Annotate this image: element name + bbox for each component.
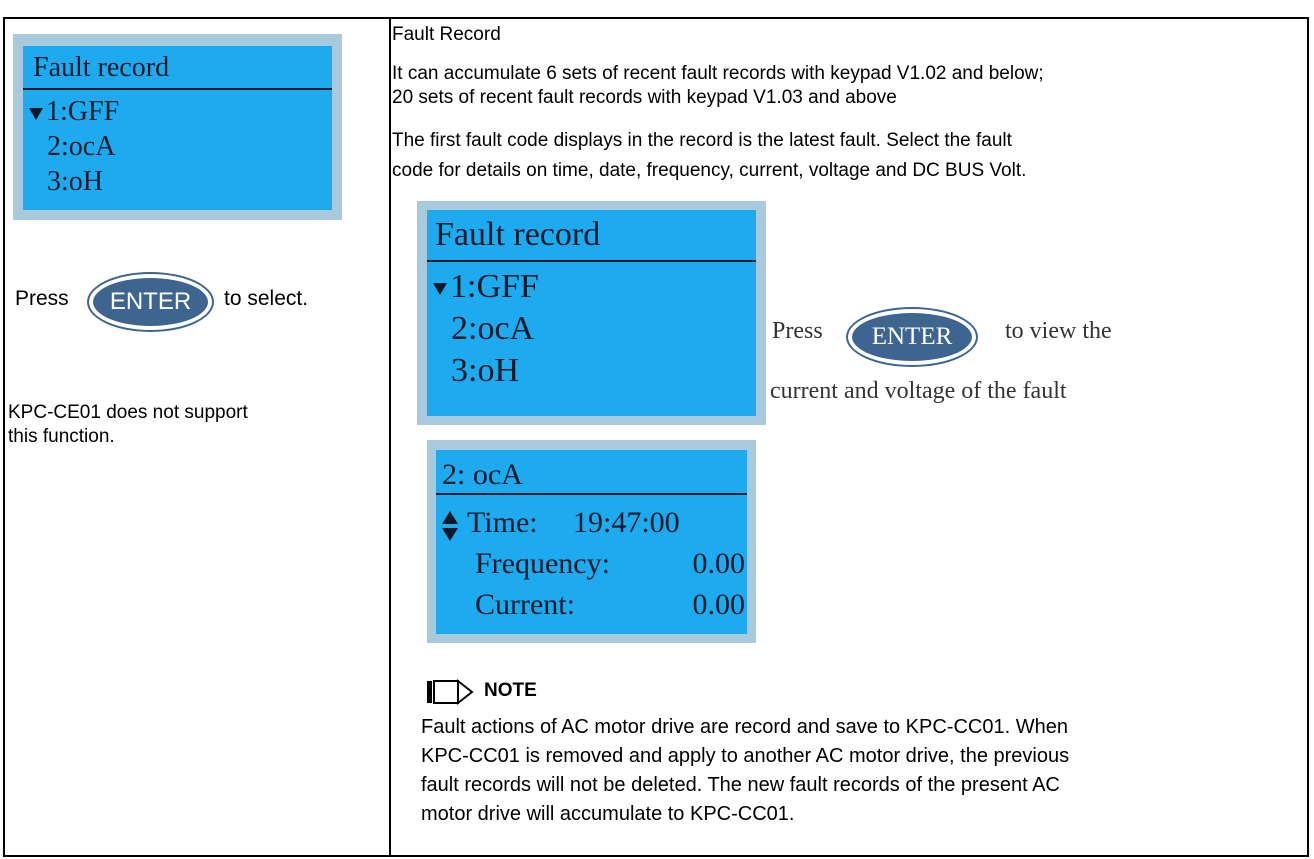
lcd-divider (23, 88, 332, 90)
press-action-label: to view the (1005, 318, 1112, 344)
description-line: 20 sets of recent fault records with key… (392, 87, 897, 108)
fault-record-lcd-screen: Fault record 1:GFF 2:ocA 3:oH (417, 201, 766, 425)
left-lcd-screen: Fault record 1:GFF 2:ocA 3:oH (13, 34, 342, 220)
lcd-detail-value: 0.00 (692, 588, 746, 621)
lcd-detail-label: Frequency: (475, 547, 610, 580)
section-heading: Fault Record (392, 24, 501, 45)
lcd-divider (427, 260, 756, 262)
lcd-detail-value: 0.00 (692, 547, 746, 580)
note-line: KPC-CC01 is removed and apply to another… (421, 745, 1070, 767)
lcd-item: 2:ocA (47, 131, 116, 162)
press-label: Press (15, 287, 69, 310)
triangle-down-icon (29, 107, 43, 120)
press-label: Press (772, 318, 823, 344)
enter-button[interactable]: ENTER (846, 307, 978, 367)
lcd-item: 1:GFF (433, 268, 539, 306)
note-line: motor drive will accumulate to KPC-CC01. (421, 803, 795, 825)
lcd-title: Fault record (435, 216, 601, 253)
press-action-label: to select. (224, 287, 309, 310)
enter-button-label: ENTER (109, 288, 192, 315)
enter-button-label: ENTER (871, 323, 953, 350)
lcd-divider (436, 493, 747, 495)
lcd-detail-label: Current: (475, 588, 575, 621)
description-line: code for details on time, date, frequenc… (392, 160, 1027, 181)
press-action-label-2: current and voltage of the fault (770, 378, 1067, 404)
note-line: fault records will not be deleted. The n… (421, 774, 1060, 796)
triangle-down-icon (433, 283, 447, 296)
up-down-arrow-icon (442, 511, 458, 543)
lcd-item: 1:GFF (29, 96, 119, 128)
description-line: It can accumulate 6 sets of recent fault… (392, 63, 1044, 84)
enter-button[interactable]: ENTER (87, 272, 214, 332)
fault-detail-lcd-screen: 2: ocA Time: 19:47:00 Frequency: 0.00 Cu… (427, 440, 756, 643)
lcd-item: 3:oH (47, 166, 103, 197)
lcd-item: 3:oH (451, 352, 519, 389)
lcd-item: 2:ocA (451, 310, 535, 347)
support-note-line: KPC-CE01 does not support (8, 402, 248, 423)
lcd-title: 2: ocA (442, 458, 523, 491)
column-divider (389, 19, 391, 855)
note-icon (426, 678, 476, 706)
note-label: NOTE (484, 680, 537, 701)
lcd-detail-label: Time: (467, 506, 538, 539)
support-note-line: this function. (8, 426, 115, 447)
lcd-detail-value: 19:47:00 (573, 506, 680, 539)
description-line: The first fault code displays in the rec… (392, 130, 1012, 151)
lcd-title: Fault record (33, 52, 170, 83)
note-line: Fault actions of AC motor drive are reco… (421, 716, 1068, 738)
